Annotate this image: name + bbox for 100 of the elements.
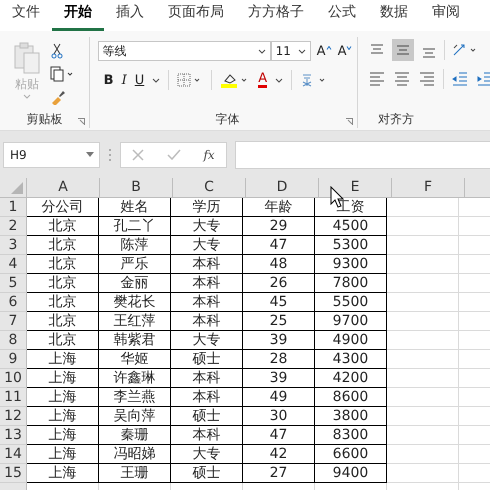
font-color-button[interactable]: A: [258, 72, 268, 88]
drag-handle-icon[interactable]: [108, 148, 112, 162]
table-cell: 28: [243, 350, 315, 369]
table-cell: 本科: [171, 312, 243, 331]
format-button[interactable]: B: [104, 72, 114, 88]
table-cell: 王珊: [99, 464, 171, 483]
table-cell: [387, 369, 459, 388]
table-cell: 上海: [27, 445, 99, 464]
table-cell: 本科: [171, 274, 243, 293]
clipboard-icon: [12, 41, 42, 75]
table-cell: 6600: [315, 445, 387, 464]
table-cell: 大专: [171, 236, 243, 255]
row-header[interactable]: 9: [0, 350, 27, 369]
insert-function-button[interactable]: fx: [203, 148, 215, 162]
table-cell: 陈萍: [99, 236, 171, 255]
table-cell: 王红萍: [99, 312, 171, 331]
table-cell: 上海: [27, 407, 99, 426]
align-center-icon[interactable]: [393, 71, 411, 87]
table-cell: 年龄: [243, 198, 315, 217]
table-cell: 上海: [27, 369, 99, 388]
row-header[interactable]: 11: [0, 388, 27, 407]
font-size-field[interactable]: 11: [270, 41, 311, 61]
align-right-icon[interactable]: [418, 71, 436, 87]
row-header[interactable]: 10: [0, 369, 27, 388]
row-header[interactable]: 15: [0, 464, 27, 483]
decrease-indent-icon[interactable]: [451, 71, 469, 87]
column-header[interactable]: F: [392, 178, 465, 197]
table-cell: 29: [243, 217, 315, 236]
table-cell: 47: [243, 236, 315, 255]
shrink-font-button[interactable]: A: [338, 44, 352, 58]
align-left-icon[interactable]: [368, 71, 386, 87]
table-cell: 8600: [315, 388, 387, 407]
table-cell: [387, 217, 459, 236]
column-header[interactable]: A: [27, 178, 100, 197]
row-header[interactable]: 12: [0, 407, 27, 426]
font-name-field[interactable]: 等线: [98, 41, 271, 61]
table-cell: 9700: [315, 312, 387, 331]
table-cell: 北京: [27, 331, 99, 350]
table-cell: 硕士: [171, 464, 243, 483]
ribbon-tab[interactable]: 数据: [368, 3, 420, 31]
row-header[interactable]: 6: [0, 293, 27, 312]
table-cell: 本科: [171, 388, 243, 407]
table-cell: 9300: [315, 255, 387, 274]
check-icon[interactable]: [166, 148, 181, 160]
row-header[interactable]: 4: [0, 255, 27, 274]
table-cell: 韩紫君: [99, 331, 171, 350]
name-box[interactable]: H9: [3, 142, 100, 168]
caret-up-icon: [326, 46, 332, 50]
ribbon-tab[interactable]: 公式: [316, 3, 368, 31]
dropdown-icon: [298, 48, 306, 54]
dropdown-icon: [258, 48, 266, 54]
table-cell: [387, 274, 459, 293]
table-cell: 3800: [315, 407, 387, 426]
format-button[interactable]: I: [122, 72, 127, 88]
table-cell: [387, 331, 459, 350]
table-cell: 华姬: [99, 350, 171, 369]
table-cell: 大专: [171, 217, 243, 236]
column-header[interactable]: C: [173, 178, 246, 197]
table-cell: 秦珊: [99, 426, 171, 445]
row-header[interactable]: 3: [0, 236, 27, 255]
format-painter-icon[interactable]: [50, 89, 66, 105]
row-header[interactable]: 7: [0, 312, 27, 331]
formula-input[interactable]: [235, 140, 490, 168]
ribbon-tab[interactable]: 页面布局: [156, 3, 236, 31]
align-middle-icon[interactable]: [392, 39, 414, 61]
table-cell: 45: [243, 293, 315, 312]
table-cell: 冯昭娣: [99, 445, 171, 464]
dropdown-icon[interactable]: [275, 78, 284, 82]
table-cell: [387, 445, 459, 464]
row-header[interactable]: 1: [0, 198, 27, 217]
table-cell: 分公司: [27, 198, 99, 217]
row-header[interactable]: 2: [0, 217, 27, 236]
dropdown-icon: [86, 152, 94, 157]
row-header[interactable]: 8: [0, 331, 27, 350]
scissors-icon[interactable]: [50, 43, 64, 59]
ribbon-tab[interactable]: 文件: [10, 3, 52, 31]
column-header[interactable]: D: [246, 178, 319, 197]
table-cell: 大专: [171, 445, 243, 464]
ribbon-tab[interactable]: 方方格子: [236, 3, 316, 31]
table-cell: 许鑫琳: [99, 369, 171, 388]
dialog-launcher-icon[interactable]: [346, 118, 353, 125]
caret-icon: [23, 94, 31, 99]
table-cell: 5300: [315, 236, 387, 255]
table-cell: 上海: [27, 464, 99, 483]
row-header[interactable]: 13: [0, 426, 27, 445]
table-cell: 25: [243, 312, 315, 331]
table-cell: 吴向萍: [99, 407, 171, 426]
increase-indent-icon[interactable]: [476, 71, 490, 87]
copy-icon[interactable]: [50, 66, 74, 82]
table-cell: 上海: [27, 350, 99, 369]
row-header[interactable]: 5: [0, 274, 27, 293]
dialog-launcher-icon[interactable]: [78, 118, 85, 125]
group-label: 剪贴板: [26, 110, 62, 128]
ribbon-tab[interactable]: 审阅: [420, 3, 472, 31]
column-header[interactable]: B: [100, 178, 173, 197]
grow-font-button[interactable]: A: [316, 44, 332, 58]
dropdown-icon[interactable]: [152, 78, 160, 82]
row-header[interactable]: 14: [0, 445, 27, 464]
ribbon-tab[interactable]: 插入: [104, 3, 156, 31]
format-button[interactable]: U: [134, 72, 144, 88]
